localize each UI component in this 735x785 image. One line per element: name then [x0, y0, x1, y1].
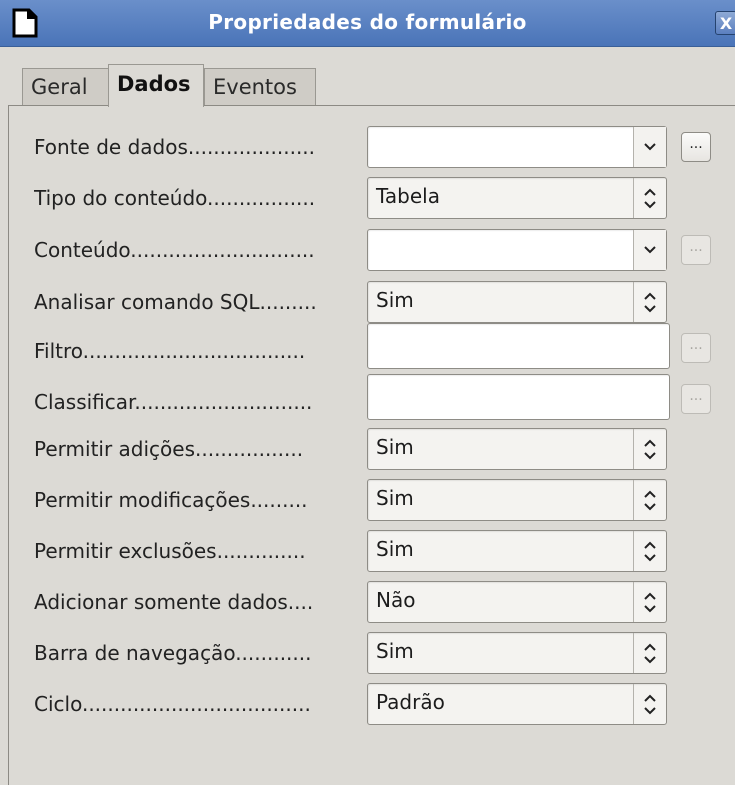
field-value: Sim — [376, 639, 414, 663]
field-label: Fonte de dados.................... — [34, 135, 316, 159]
updown-chevron-icon[interactable] — [633, 684, 666, 724]
chevron-down-icon[interactable] — [633, 127, 666, 167]
field-label: Permitir modificações......... — [34, 488, 308, 512]
sort-input[interactable] — [367, 374, 670, 420]
field-label: Permitir adições................. — [34, 437, 304, 461]
data-source-combobox[interactable] — [367, 126, 667, 168]
field-label: Analisar comando SQL......... — [34, 290, 317, 314]
updown-chevron-icon[interactable] — [633, 282, 666, 322]
updown-chevron-icon[interactable] — [633, 582, 666, 622]
field-value: Sim — [376, 288, 414, 312]
allow-additions-select[interactable]: Sim — [367, 428, 667, 470]
cycle-select[interactable]: Padrão — [367, 683, 667, 725]
field-label: Conteúdo............................. — [34, 238, 315, 262]
analyze-sql-select[interactable]: Sim — [367, 281, 667, 323]
field-label: Ciclo...................................… — [34, 692, 311, 716]
field-label: Adicionar somente dados.... — [34, 590, 314, 614]
tab-geral[interactable]: Geral — [22, 68, 110, 106]
field-value: Sim — [376, 537, 414, 561]
tab-eventos[interactable]: Eventos — [204, 68, 316, 106]
row-adicionar-somente-dados: Adicionar somente dados.... Não — [0, 581, 735, 623]
tab-dados[interactable]: Dados — [108, 64, 204, 107]
row-conteudo: Conteúdo............................. ..… — [0, 229, 735, 271]
field-label: Permitir exclusões.............. — [34, 539, 306, 563]
field-value: Tabela — [376, 184, 440, 208]
updown-chevron-icon[interactable] — [633, 633, 666, 673]
field-value: Não — [376, 588, 416, 612]
updown-chevron-icon[interactable] — [633, 531, 666, 571]
title-bar[interactable]: Propriedades do formulário X — [0, 0, 735, 47]
updown-chevron-icon[interactable] — [633, 178, 666, 218]
row-ciclo: Ciclo...................................… — [0, 683, 735, 725]
row-analisar-comando-sql: Analisar comando SQL......... Sim — [0, 281, 735, 323]
close-button[interactable]: X — [715, 11, 735, 35]
row-permitir-exclusoes: Permitir exclusões.............. Sim — [0, 530, 735, 572]
row-barra-de-navegacao: Barra de navegação............ Sim — [0, 632, 735, 674]
field-label: Classificar............................ — [34, 390, 313, 414]
row-tipo-do-conteudo: Tipo do conteúdo................. Tabela — [0, 177, 735, 219]
allow-deletions-select[interactable]: Sim — [367, 530, 667, 572]
data-source-browse-button[interactable]: ... — [681, 132, 711, 162]
field-label: Filtro..................................… — [34, 339, 306, 363]
sort-browse-button[interactable]: ... — [681, 384, 711, 414]
row-permitir-adicoes: Permitir adições................. Sim — [0, 428, 735, 470]
content-type-select[interactable]: Tabela — [367, 177, 667, 219]
field-value: Padrão — [376, 690, 445, 714]
field-value: Sim — [376, 435, 414, 459]
field-value: Sim — [376, 486, 414, 510]
filter-browse-button[interactable]: ... — [681, 333, 711, 363]
navigation-bar-select[interactable]: Sim — [367, 632, 667, 674]
chevron-down-icon[interactable] — [633, 230, 666, 270]
row-fonte-de-dados: Fonte de dados.................... ... — [0, 126, 735, 168]
row-classificar: Classificar............................ … — [0, 374, 735, 420]
row-filtro: Filtro..................................… — [0, 323, 735, 369]
content-combobox[interactable] — [367, 229, 667, 271]
field-label: Barra de navegação............ — [34, 641, 312, 665]
row-permitir-modificacoes: Permitir modificações......... Sim — [0, 479, 735, 521]
field-label: Tipo do conteúdo................. — [34, 186, 316, 210]
updown-chevron-icon[interactable] — [633, 429, 666, 469]
allow-modifications-select[interactable]: Sim — [367, 479, 667, 521]
filter-input[interactable] — [367, 323, 670, 369]
add-data-only-select[interactable]: Não — [367, 581, 667, 623]
window-title: Propriedades do formulário — [208, 10, 527, 34]
updown-chevron-icon[interactable] — [633, 480, 666, 520]
content-browse-button[interactable]: ... — [681, 235, 711, 265]
